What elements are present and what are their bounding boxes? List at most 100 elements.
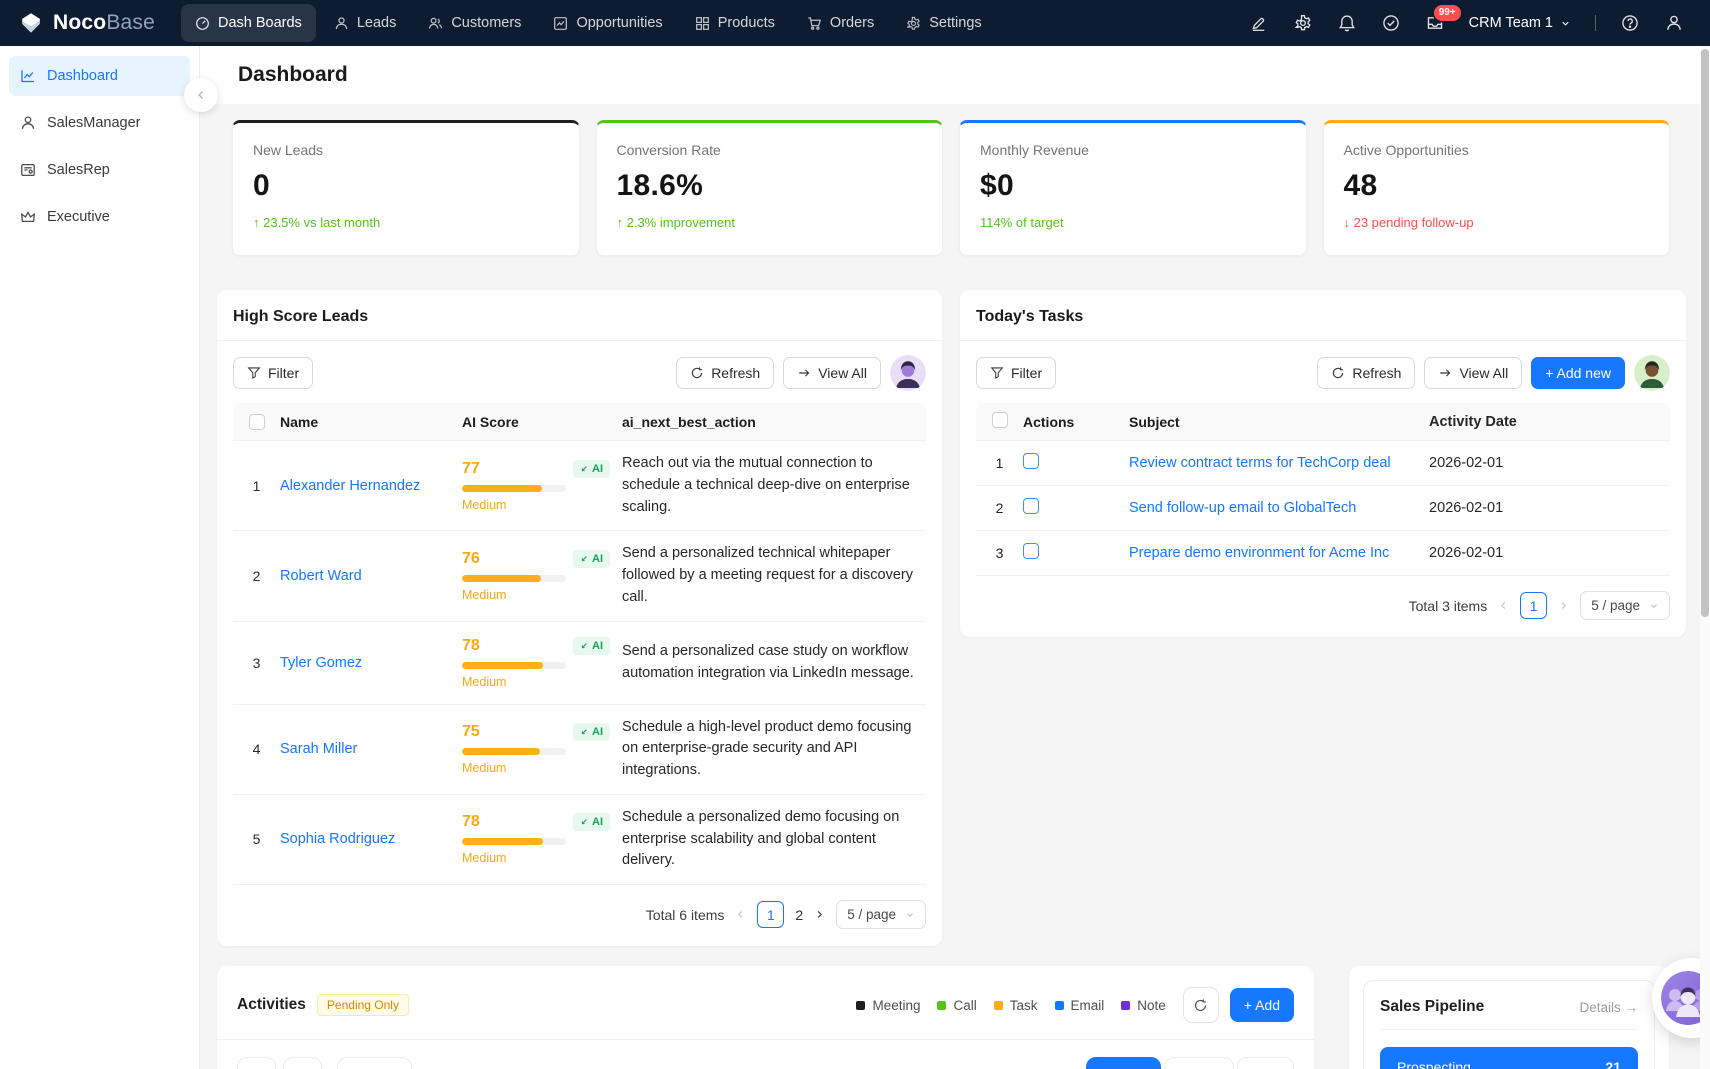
view-list-button[interactable]: List — [1237, 1057, 1294, 1069]
vertical-scrollbar[interactable] — [1700, 46, 1710, 1069]
ai-score-value: 75 — [462, 723, 480, 741]
kpi-delta: ↓ 23 pending follow-up — [1344, 215, 1650, 230]
total-items-label: Total 6 items — [646, 907, 725, 923]
nav-item-opportunities[interactable]: Opportunities — [539, 4, 676, 42]
refresh-button[interactable]: Refresh — [1317, 357, 1415, 389]
ai-score-cell: 76AI Medium — [462, 550, 622, 602]
page-number[interactable]: 1 — [757, 901, 784, 928]
page-number[interactable]: 2 — [795, 907, 803, 923]
scrollbar-thumb[interactable] — [1701, 49, 1709, 617]
task-complete-checkbox[interactable] — [1023, 543, 1039, 559]
nav-item-leads[interactable]: Leads — [320, 4, 411, 42]
inbox-icon[interactable]: 99+ — [1417, 5, 1453, 41]
ai-score-cell: 78AI Medium — [462, 813, 622, 865]
select-all-checkbox[interactable] — [992, 412, 1008, 428]
ai-score-bar — [462, 748, 566, 755]
pipeline-stage-prospecting[interactable]: Prospecting 21 — [1380, 1047, 1638, 1069]
add-activity-button[interactable]: + Add — [1230, 988, 1294, 1022]
chevron-left-icon — [195, 89, 207, 101]
legend-item-call: Call — [937, 998, 976, 1013]
gear-icon[interactable] — [1285, 5, 1321, 41]
ai-score-bar — [462, 575, 566, 582]
nav-item-products[interactable]: Products — [681, 4, 789, 42]
kpi-delta: ↑ 2.3% improvement — [617, 215, 923, 230]
email-color-swatch — [1055, 1001, 1064, 1010]
panel-title: High Score Leads — [217, 290, 942, 341]
page-size-select[interactable]: 5 / page — [1580, 591, 1670, 620]
refresh-button[interactable]: Refresh — [676, 357, 774, 389]
view-all-button[interactable]: View All — [783, 357, 881, 389]
view-all-button[interactable]: View All — [1424, 357, 1522, 389]
chart-box-icon — [553, 16, 568, 31]
highlighter-icon[interactable] — [1241, 5, 1277, 41]
check-circle-icon[interactable] — [1373, 5, 1409, 41]
funnel-icon — [247, 366, 261, 380]
sidebar-item-salesrep[interactable]: SalesRep — [9, 150, 190, 190]
page-number[interactable]: 1 — [1520, 592, 1547, 619]
nav-item-customers[interactable]: Customers — [414, 4, 535, 42]
activities-header: Activities Pending Only Meeting Call Tas… — [217, 966, 1314, 1039]
sidebar-item-salesmanager[interactable]: SalesManager — [9, 103, 190, 143]
notification-badge: 99+ — [1434, 5, 1461, 21]
main-area: Dashboard New Leads 0 ↑ 23.5% vs last mo… — [200, 46, 1710, 1069]
lead-name-link[interactable]: Sophia Rodriguez — [280, 831, 395, 847]
avatar[interactable] — [890, 355, 926, 391]
lead-name-link[interactable]: Robert Ward — [280, 568, 362, 584]
page-size-select[interactable]: 5 / page — [836, 900, 926, 929]
view-month-button[interactable]: Month — [1086, 1057, 1160, 1069]
nocobase-logo[interactable]: NocoBase — [18, 10, 155, 36]
sidebar-collapse-button[interactable] — [184, 78, 218, 112]
bell-icon[interactable] — [1329, 5, 1365, 41]
help-icon[interactable] — [1612, 5, 1648, 41]
chevron-down-icon — [1649, 601, 1659, 611]
ai-score-bar — [462, 662, 566, 669]
chevron-down-icon — [1560, 18, 1571, 29]
lead-name-link[interactable]: Sarah Miller — [280, 741, 357, 757]
kpi-card-new-leads: New Leads 0 ↑ 23.5% vs last month — [232, 120, 580, 256]
task-subject-link[interactable]: Review contract terms for TechCorp deal — [1129, 455, 1391, 471]
app-grid-icon — [695, 16, 710, 31]
row-index: 2 — [976, 500, 1023, 516]
ai-score-value: 78 — [462, 637, 480, 655]
today-button[interactable]: Today — [337, 1057, 412, 1069]
calendar-next-button[interactable] — [283, 1057, 322, 1069]
view-week-button[interactable]: Week — [1164, 1057, 1235, 1069]
brand-name: NocoBase — [53, 11, 155, 35]
task-complete-checkbox[interactable] — [1023, 453, 1039, 469]
ai-badge: AI — [573, 637, 610, 655]
panel-title: Sales Pipeline — [1380, 998, 1484, 1016]
next-page-icon[interactable] — [1558, 600, 1569, 611]
task-subject-link[interactable]: Prepare demo environment for Acme Inc — [1129, 545, 1389, 561]
calendar-prev-button[interactable] — [237, 1057, 276, 1069]
refresh-button[interactable] — [1183, 987, 1219, 1023]
select-all-checkbox[interactable] — [249, 414, 265, 430]
add-new-button[interactable]: + Add new — [1531, 357, 1625, 389]
nav-item-dashboards[interactable]: Dash Boards — [181, 4, 316, 42]
sidebar-item-executive[interactable]: Executive — [9, 197, 190, 237]
kpi-card-conversion-rate: Conversion Rate 18.6% ↑ 2.3% improvement — [596, 120, 944, 256]
legend-item-email: Email — [1055, 998, 1105, 1013]
navbar-actions: 99+ CRM Team 1 — [1241, 5, 1692, 41]
prev-page-icon[interactable] — [735, 909, 746, 920]
avatar[interactable] — [1634, 355, 1670, 391]
table-row: 2 Robert Ward 76AI Medium Send a persona… — [233, 531, 926, 621]
lead-name-link[interactable]: Tyler Gomez — [280, 655, 362, 671]
user-icon[interactable] — [1656, 5, 1692, 41]
filter-button[interactable]: Filter — [233, 357, 313, 389]
nav-item-orders[interactable]: Orders — [793, 4, 888, 42]
ai-score-level: Medium — [462, 498, 622, 512]
kpi-value: 48 — [1344, 169, 1650, 203]
task-complete-checkbox[interactable] — [1023, 498, 1039, 514]
nav-item-settings[interactable]: Settings — [892, 4, 995, 42]
sidebar-item-dashboard[interactable]: Dashboard — [9, 56, 190, 96]
ai-score-value: 76 — [462, 550, 480, 568]
column-header-ai-score: AI Score — [462, 414, 622, 430]
next-page-icon[interactable] — [814, 909, 825, 920]
team-icon — [428, 16, 443, 31]
filter-button[interactable]: Filter — [976, 357, 1056, 389]
prev-page-icon[interactable] — [1498, 600, 1509, 611]
team-selector[interactable]: CRM Team 1 — [1461, 15, 1579, 31]
details-link[interactable]: Details → — [1579, 1000, 1638, 1015]
task-subject-link[interactable]: Send follow-up email to GlobalTech — [1129, 500, 1356, 516]
lead-name-link[interactable]: Alexander Hernandez — [280, 478, 420, 494]
